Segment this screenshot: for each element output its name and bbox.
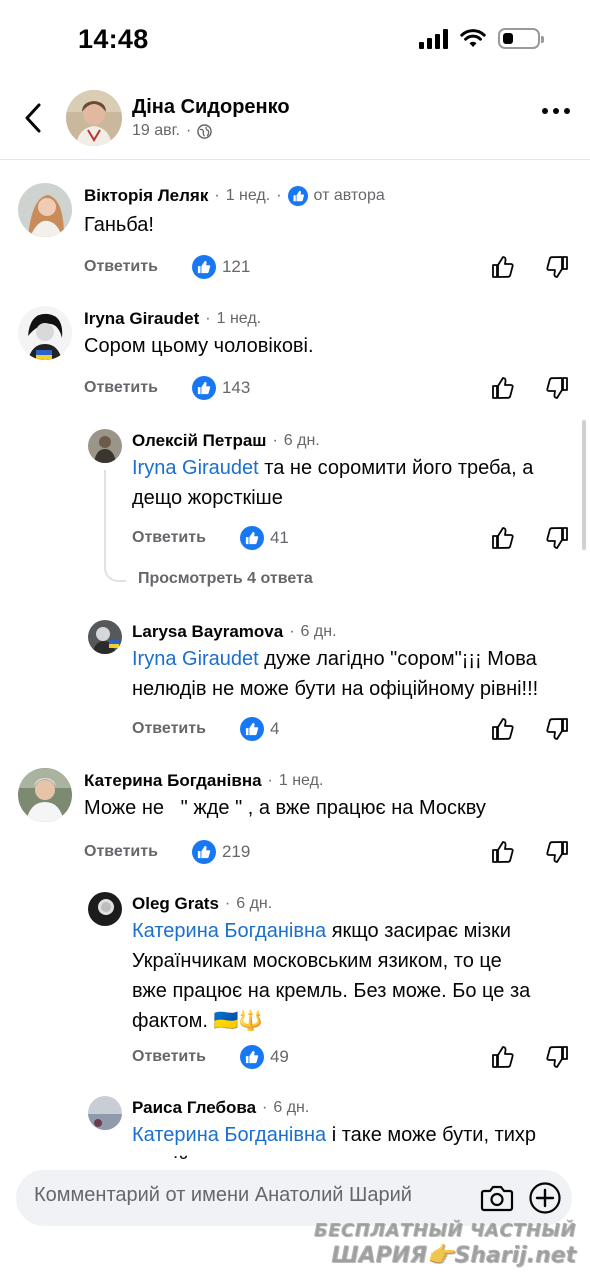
globe-icon <box>197 123 213 139</box>
thumbs-up-icon[interactable] <box>490 839 516 865</box>
mention-link[interactable]: Iryna Giraudet <box>132 457 259 479</box>
like-icon <box>191 255 216 279</box>
comment-text: Ганьба! <box>84 214 154 236</box>
comment-text: Сором цьому чоловікові. <box>84 335 314 357</box>
thumbs-up-icon[interactable] <box>490 375 516 401</box>
author-avatar[interactable] <box>66 90 122 146</box>
thumbs-up-icon[interactable] <box>490 716 516 742</box>
post-header: Діна Сидоренко 19 авг. · <box>0 86 590 160</box>
comment-actions: Ответить 4 <box>132 714 279 744</box>
comment-text: Може не " жде " , а вже працює на Москву <box>84 797 486 819</box>
comment-actions: Ответить 219 <box>84 837 250 867</box>
add-icon[interactable] <box>528 1181 562 1215</box>
thumbs-up-icon[interactable] <box>490 1044 516 1070</box>
comment-actions: Ответить 121 <box>84 252 250 282</box>
like-count[interactable]: 41 <box>239 526 289 550</box>
thumbs-up-icon[interactable] <box>490 254 516 280</box>
thumbs-down-icon[interactable] <box>544 375 570 401</box>
thumbs-up-icon[interactable] <box>490 525 516 551</box>
comment-time: 6 дн. <box>273 1099 310 1116</box>
comment-text: Катерина Богданівна якщо засирає мізки Ук… <box>132 920 531 1032</box>
watermark: БЕСПЛАТНЫЙ ЧАСТНЫЙ ШАРИЯ👉Sharij.net <box>313 1220 576 1268</box>
post-date: 19 авг. <box>132 122 180 139</box>
avatar[interactable] <box>88 892 122 926</box>
comment-time: 1 нед. <box>225 187 271 204</box>
cellular-signal-icon <box>419 28 448 49</box>
commenter-name[interactable]: Олексій Петраш <box>132 431 266 451</box>
status-bar: 14:48 <box>0 0 590 80</box>
comment-actions: Ответить 49 <box>132 1042 289 1072</box>
comment-text: Iryna Giraudet дуже лагідно "сором"¡¡¡ М… <box>132 648 539 700</box>
thumbs-down-icon[interactable] <box>544 839 570 865</box>
thumbs-down-icon[interactable] <box>544 254 570 280</box>
like-count[interactable]: 143 <box>191 376 250 400</box>
avatar[interactable] <box>18 183 72 237</box>
comment-time: 1 нед. <box>278 772 324 789</box>
comment-time: 6 дн. <box>283 432 320 449</box>
chevron-left-icon <box>25 103 41 133</box>
commenter-name[interactable]: Раиса Глебова <box>132 1098 256 1118</box>
avatar[interactable] <box>18 306 72 360</box>
like-icon <box>191 376 216 400</box>
back-button[interactable] <box>18 100 48 136</box>
mention-link[interactable]: Катерина Богданівна <box>132 1124 326 1146</box>
reply-button[interactable]: Ответить <box>84 843 158 861</box>
comment-actions: Ответить 143 <box>84 373 250 403</box>
status-icons <box>419 28 544 49</box>
author-name[interactable]: Діна Сидоренко <box>132 96 290 119</box>
reply-button[interactable]: Ответить <box>84 379 158 397</box>
like-count[interactable]: 4 <box>239 717 279 741</box>
status-time: 14:48 <box>78 24 149 54</box>
more-options-button[interactable] <box>542 108 570 114</box>
thread-line <box>104 470 126 582</box>
commenter-name[interactable]: Oleg Grats <box>132 894 219 914</box>
commenter-name[interactable]: Iryna Giraudet <box>84 309 199 329</box>
reply-button[interactable]: Ответить <box>132 720 206 738</box>
comment-time: 6 дн. <box>236 895 273 912</box>
like-count[interactable]: 219 <box>191 840 250 864</box>
like-icon <box>287 186 308 206</box>
camera-icon[interactable] <box>480 1182 514 1214</box>
commenter-name[interactable]: Вікторія Леляк <box>84 186 208 206</box>
thumbs-down-icon[interactable] <box>544 716 570 742</box>
scrollbar[interactable] <box>582 420 586 550</box>
avatar[interactable] <box>88 429 122 463</box>
avatar[interactable] <box>18 768 72 822</box>
like-count[interactable]: 121 <box>191 255 250 279</box>
mention-link[interactable]: Катерина Богданівна <box>132 920 326 942</box>
like-icon <box>239 1045 264 1069</box>
comment-input[interactable] <box>34 1184 474 1207</box>
avatar[interactable] <box>88 620 122 654</box>
reply-button[interactable]: Ответить <box>132 1048 206 1066</box>
battery-icon <box>498 28 544 49</box>
meta-dot: · <box>185 122 192 139</box>
commenter-name[interactable]: Larysa Bayramova <box>132 622 283 642</box>
view-more-replies-link[interactable]: Просмотреть 4 ответа <box>138 570 313 588</box>
comment-text: Iryna Giraudet та не соромити його треба… <box>132 457 534 509</box>
thumbs-down-icon[interactable] <box>544 1044 570 1070</box>
mention-link[interactable]: Iryna Giraudet <box>132 648 259 670</box>
comment-composer <box>16 1170 572 1226</box>
comment-time: 1 нед. <box>216 310 262 327</box>
reply-button[interactable]: Ответить <box>132 529 206 547</box>
like-icon <box>239 717 264 741</box>
thumbs-down-icon[interactable] <box>544 525 570 551</box>
post-meta: 19 авг. · <box>132 122 213 140</box>
wifi-icon <box>460 28 486 47</box>
commenter-name[interactable]: Катерина Богданівна <box>84 771 262 791</box>
comment-actions: Ответить 41 <box>132 523 289 553</box>
avatar[interactable] <box>88 1096 122 1130</box>
comment-time: 6 дн. <box>300 623 337 640</box>
comment-composer-bar: БЕСПЛАТНЫЙ ЧАСТНЫЙ ШАРИЯ👉Sharij.net <box>0 1160 590 1280</box>
reply-button[interactable]: Ответить <box>84 258 158 276</box>
like-icon <box>191 840 216 864</box>
author-like-badge: от автора <box>287 186 385 206</box>
like-icon <box>239 526 264 550</box>
like-count[interactable]: 49 <box>239 1045 289 1069</box>
